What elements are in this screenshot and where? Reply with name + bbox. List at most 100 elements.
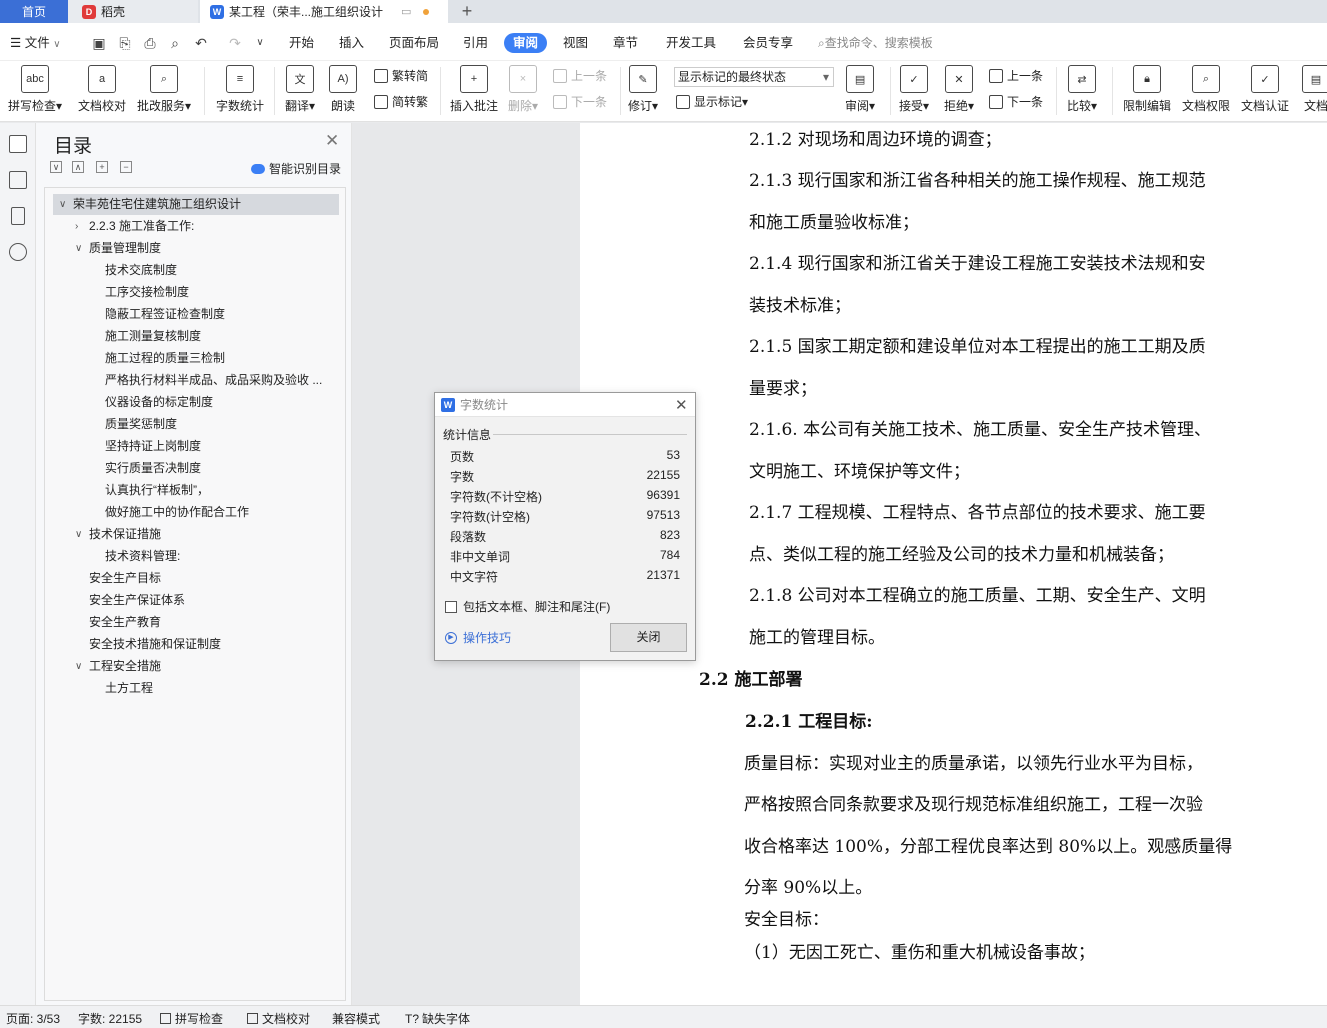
toc-item[interactable]: 技术交底制度 [53,260,339,281]
track-changes-button[interactable]: ✎ 修订▾ [628,65,658,114]
menu-chapter[interactable]: 章节 [613,33,638,53]
stat-row: 中文字符 21371 [450,568,680,588]
prev-change-label: 上一条 [1007,69,1044,83]
bookmark-icon[interactable] [11,207,25,225]
redo-icon[interactable]: ↷ [226,34,244,52]
next-change-button[interactable]: 下一条 [989,92,1043,112]
doc-more-button[interactable]: ▤ 文档 [1302,65,1327,114]
toc-item[interactable]: 安全生产目标 [53,568,339,589]
toc-item[interactable]: › 2.2.3 施工准备工作: [53,216,339,237]
toc-item[interactable]: 实行质量否决制度 [53,458,339,479]
accept-button[interactable]: ✓ 接受▾ [899,65,929,114]
tab-daoke[interactable]: D 稻壳 [68,0,198,23]
menu-references[interactable]: 引用 [463,33,488,53]
command-search[interactable]: ⌕查找命令、搜索模板 [818,34,933,52]
toc-item[interactable]: 隐蔽工程签证检查制度 [53,304,339,325]
include-footnotes-checkbox[interactable]: 包括文本框、脚注和尾注(F) [445,598,610,615]
undo-icon[interactable]: ↶ [192,34,210,52]
chevron-right-icon[interactable]: › [75,216,78,237]
add-heading-icon[interactable]: + [96,161,108,173]
delete-comment-button[interactable]: × 删除▾ [508,65,538,114]
menu-dev-tools[interactable]: 开发工具 [666,33,716,53]
prev-comment-button[interactable]: 上一条 [553,66,607,86]
reject-button[interactable]: ✕ 拒绝▾ [944,65,974,114]
close-icon[interactable]: ✕ [325,131,339,151]
screen-icon[interactable]: ▭ [401,5,411,18]
batch-service-button[interactable]: ⌕ 批改服务▾ [137,65,191,114]
markup-state-select[interactable]: 显示标记的最终状态 [674,67,834,87]
toc-panel-icon[interactable] [9,135,27,153]
menu-view[interactable]: 视图 [563,33,588,53]
toc-item[interactable]: 做好施工中的协作配合工作 [53,502,339,523]
read-aloud-button[interactable]: A) 朗读 [329,65,357,114]
export-icon[interactable]: ⎘ [116,34,134,52]
print-icon[interactable]: ⎙ [141,34,159,52]
spell-check-label: 拼写检查▾ [8,99,63,113]
translate-button[interactable]: 文 翻译▾ [285,65,315,114]
toc-item[interactable]: ∨ 荣丰苑住宅住建筑施工组织设计 [53,194,339,215]
show-markup-button[interactable]: 显示标记 ▾ [676,92,748,112]
close-icon[interactable]: ✕ [675,396,688,414]
review-pane-button[interactable]: ▤ 审阅▾ [845,65,875,114]
toc-item[interactable]: 施工测量复核制度 [53,326,339,347]
word-count-status[interactable]: 字数: 22155 [78,1010,142,1027]
page-indicator[interactable]: 页面: 3/53 [6,1010,60,1027]
missing-font-status[interactable]: T? 缺失字体 [405,1010,470,1027]
simp-to-trad-button[interactable]: 简转繁 [374,92,428,112]
save-icon[interactable]: ▣ [90,34,108,52]
smart-toc-button[interactable]: 智能识别目录 [251,160,341,177]
tips-link[interactable]: ▶ 操作技巧 [445,629,511,646]
remove-heading-icon[interactable]: − [120,161,132,173]
menu-insert[interactable]: 插入 [339,33,364,53]
proofread-button[interactable]: a 文档校对 [78,65,126,114]
toc-item[interactable]: ∨ 工程安全措施 [53,656,339,677]
prev-change-button[interactable]: 上一条 [989,66,1043,86]
expand-up-icon[interactable]: ∧ [72,161,84,173]
search-icon[interactable] [9,243,27,261]
menu-member[interactable]: 会员专享 [743,33,793,53]
doc-certify-button[interactable]: ✓ 文档认证 [1241,65,1289,114]
toc-item[interactable]: 技术资料管理: [53,546,339,567]
menu-review[interactable]: 审阅 [504,33,548,53]
toc-item[interactable]: 安全生产教育 [53,612,339,633]
chevron-down-icon[interactable]: ∨ [75,524,82,545]
word-count-button[interactable]: ≡ 字数统计 [216,65,264,114]
insert-comment-button[interactable]: + 插入批注 [450,65,498,114]
toc-item[interactable]: 工序交接检制度 [53,282,339,303]
chapter-nav-icon[interactable] [9,171,27,189]
restrict-edit-button[interactable]: 🔒︎ 限制编辑 [1123,65,1171,114]
toc-item[interactable]: 施工过程的质量三检制 [53,348,339,369]
print-preview-icon[interactable]: ⌕ [166,34,184,52]
toc-item[interactable]: 土方工程 [53,678,339,699]
collapse-all-icon[interactable]: ∨ [50,161,62,173]
compare-button[interactable]: ⇄ 比较▾ [1067,65,1097,114]
chevron-down-icon[interactable]: ∨ [75,238,82,259]
next-comment-icon [553,95,567,109]
document-line: 和施工质量验收标准； [749,213,919,233]
close-button[interactable]: 关闭 [610,623,687,652]
toc-item[interactable]: 质量奖惩制度 [53,414,339,435]
tab-document[interactable]: W 某工程（荣丰...施工组织设计 ▭ [200,0,448,23]
toc-item[interactable]: ∨ 质量管理制度 [53,238,339,259]
spell-check-button[interactable]: abc 拼写检查▾ [8,65,62,114]
trad-to-simp-button[interactable]: 繁转简 [374,66,428,86]
menu-page-layout[interactable]: 页面布局 [389,33,439,53]
toc-item[interactable]: 严格执行材料半成品、成品采购及验收 ... [53,370,339,391]
toc-item[interactable]: 安全生产保证体系 [53,590,339,611]
doc-permission-button[interactable]: ⌕ 文档权限 [1182,65,1230,114]
toc-item[interactable]: 安全技术措施和保证制度 [53,634,339,655]
proofread-status[interactable]: 文档校对 [247,1010,310,1027]
toc-item[interactable]: 仪器设备的标定制度 [53,392,339,413]
toc-item[interactable]: 坚持持证上岗制度 [53,436,339,457]
spell-check-status[interactable]: 拼写检查 [160,1010,223,1027]
tab-home[interactable]: 首页 [0,0,68,23]
new-tab-icon[interactable]: + [456,0,478,23]
quick-access-more-icon[interactable]: ∨ [251,34,269,52]
next-comment-button[interactable]: 下一条 [553,92,607,112]
chevron-down-icon[interactable]: ∨ [59,194,66,215]
toc-item[interactable]: ∨ 技术保证措施 [53,524,339,545]
toc-item[interactable]: 认真执行“样板制”， [53,480,339,501]
chevron-down-icon[interactable]: ∨ [75,656,82,677]
file-menu[interactable]: ☰ 文件 ∨ [10,33,61,53]
menu-start[interactable]: 开始 [289,33,314,53]
